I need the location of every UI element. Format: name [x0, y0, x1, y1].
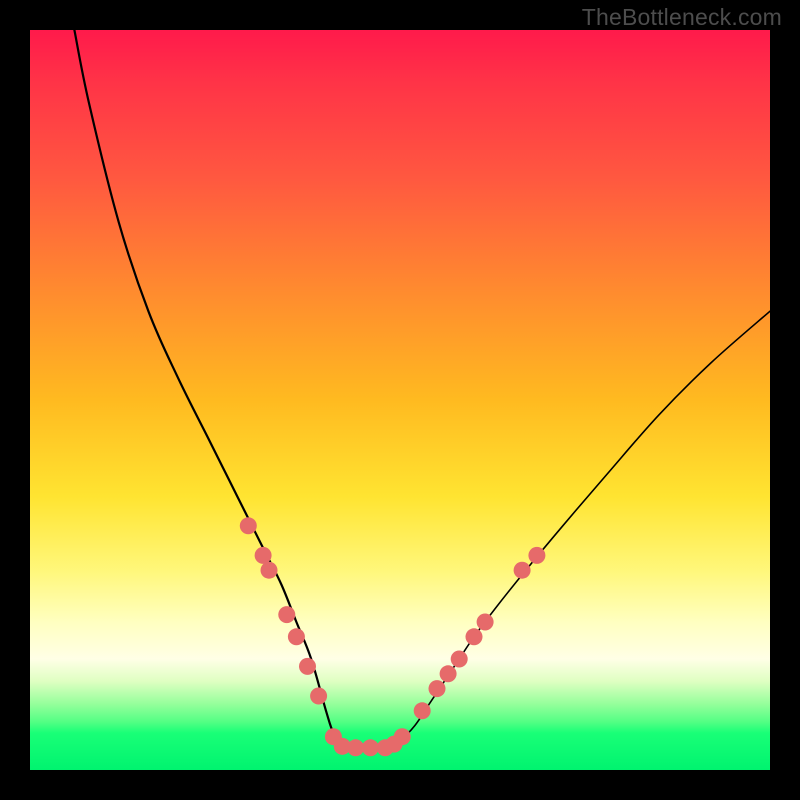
- data-dot: [299, 658, 316, 675]
- data-dot: [477, 614, 494, 631]
- data-dot: [347, 739, 364, 756]
- data-dot: [514, 562, 531, 579]
- bottleneck-chart-svg: [30, 30, 770, 770]
- chart-frame: TheBottleneck.com: [0, 0, 800, 800]
- data-dot: [278, 606, 295, 623]
- data-dot: [261, 562, 278, 579]
- data-dot: [429, 680, 446, 697]
- data-dot: [440, 665, 457, 682]
- data-dot: [414, 702, 431, 719]
- data-dot: [451, 651, 468, 668]
- plot-area: [30, 30, 770, 770]
- curve-left-curve: [74, 30, 385, 748]
- curve-right-curve: [385, 311, 770, 748]
- data-dot: [528, 547, 545, 564]
- data-dot: [466, 628, 483, 645]
- data-dot: [240, 517, 257, 534]
- data-dot: [362, 739, 379, 756]
- data-dot: [310, 688, 327, 705]
- data-dot: [288, 628, 305, 645]
- data-dot: [255, 547, 272, 564]
- watermark-text: TheBottleneck.com: [582, 4, 782, 31]
- data-dot: [394, 728, 411, 745]
